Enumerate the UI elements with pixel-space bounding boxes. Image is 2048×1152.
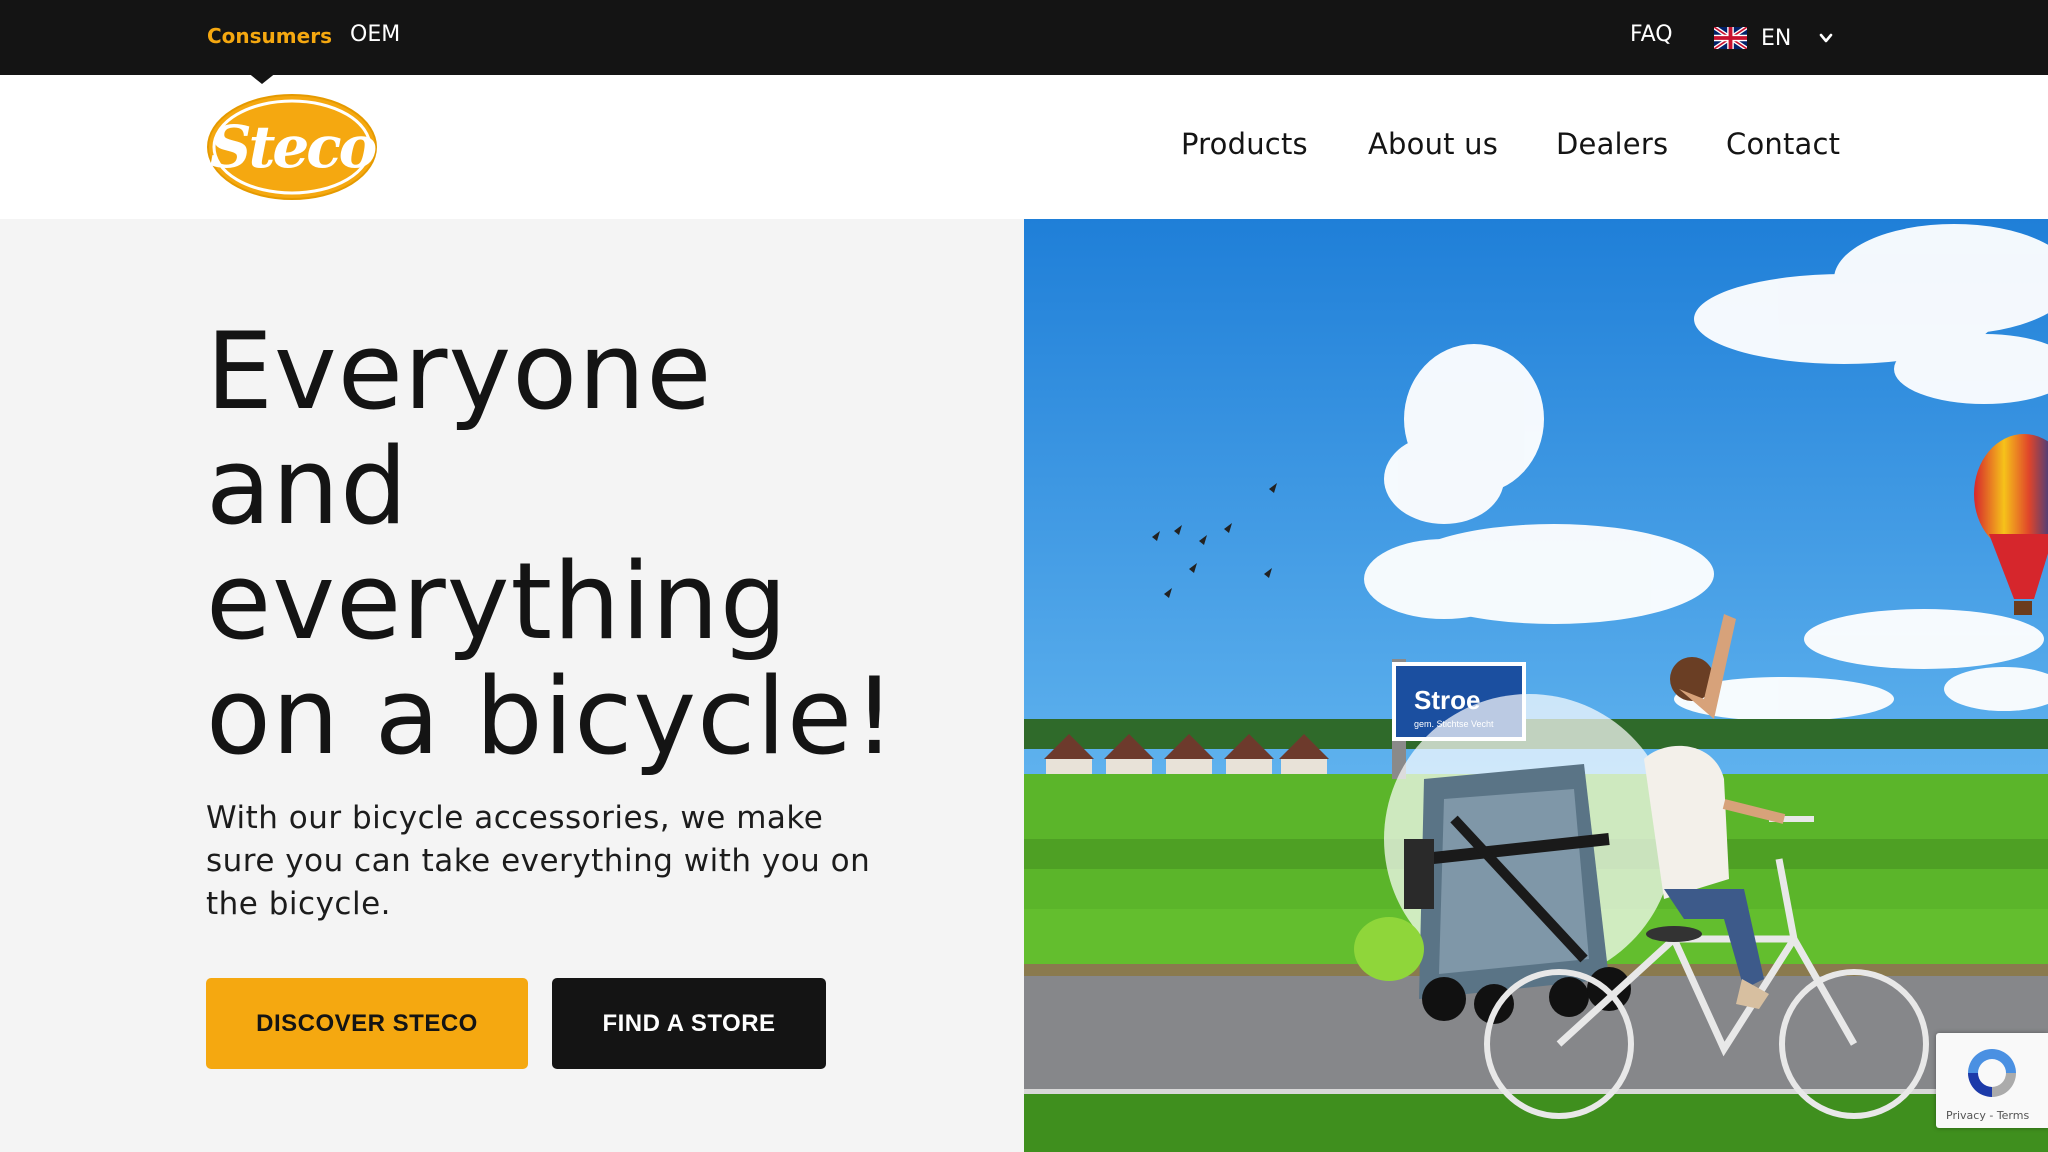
language-selector[interactable]: EN	[1714, 24, 1833, 52]
recaptcha-terms-link[interactable]: Terms	[1997, 1109, 2029, 1122]
recaptcha-links: Privacy - Terms	[1946, 1109, 2029, 1122]
recaptcha-icon	[1968, 1049, 2016, 1097]
oem-link[interactable]: OEM	[350, 22, 400, 47]
nav-dealers[interactable]: Dealers	[1556, 127, 1668, 161]
hero-title-line: on a bicycle!	[206, 655, 897, 778]
hero-image: Stroe gem. Stichtse Vecht	[1024, 219, 2048, 1152]
nav-about-us[interactable]: About us	[1368, 127, 1498, 161]
faq-link[interactable]: FAQ	[1630, 22, 1673, 47]
steco-logo[interactable]: Steco	[206, 93, 379, 201]
hero-subtitle: With our bicycle accessories, we make su…	[206, 800, 871, 922]
consumers-link[interactable]: Consumers	[207, 24, 332, 48]
chevron-down-icon	[1820, 33, 1833, 43]
nav-contact[interactable]: Contact	[1726, 127, 1840, 161]
active-tab-indicator	[247, 72, 277, 84]
site-header: Steco Products About us Dealers Contact	[0, 75, 2048, 219]
recaptcha-badge[interactable]: Privacy - Terms	[1936, 1033, 2048, 1128]
hero-text-panel: Everyone and everything on a bicycle! Wi…	[0, 219, 1024, 1152]
uk-flag-icon	[1714, 27, 1747, 49]
hero-title-line: everything	[206, 540, 789, 663]
recaptcha-privacy-link[interactable]: Privacy	[1946, 1109, 1986, 1122]
top-bar: Consumers OEM FAQ EN	[0, 0, 2048, 75]
logo-text: Steco	[210, 113, 376, 181]
language-code: EN	[1761, 25, 1792, 51]
discover-steco-button[interactable]: DISCOVER STECO	[206, 978, 528, 1069]
hero-title-line: and	[206, 425, 409, 548]
hero-title-line: Everyone	[206, 310, 713, 433]
find-a-store-button[interactable]: FIND A STORE	[552, 978, 826, 1069]
recaptcha-separator: -	[1989, 1109, 1994, 1122]
hero-title: Everyone and everything on a bicycle!	[206, 314, 926, 774]
nav-products[interactable]: Products	[1181, 127, 1308, 161]
